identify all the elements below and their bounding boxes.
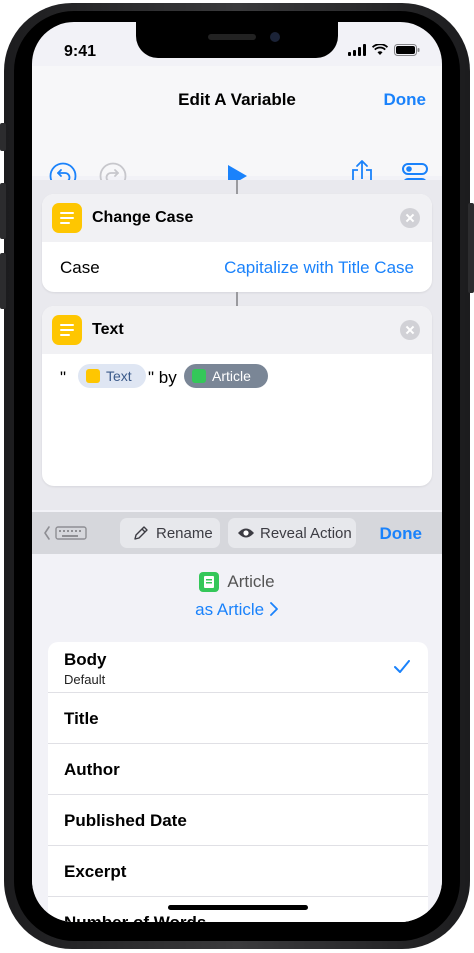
action-title: Text <box>92 321 124 338</box>
property-label: Title <box>64 709 99 728</box>
status-icons <box>348 44 420 56</box>
case-row[interactable]: Case Capitalize with Title Case <box>42 242 432 292</box>
list-item[interactable]: Published Date <box>48 795 428 846</box>
text-middle: " by <box>148 368 177 387</box>
text-variable-token[interactable]: Text <box>78 364 146 388</box>
variable-done-button[interactable]: Done <box>380 524 423 544</box>
keyboard-back-icon[interactable] <box>44 525 88 541</box>
mute-switch <box>0 123 6 151</box>
connector-line <box>236 180 238 194</box>
property-label: Author <box>64 760 120 779</box>
connector-line <box>236 292 238 306</box>
text-content-field[interactable]: " Text " by Article <box>42 354 432 484</box>
article-variable-icon <box>192 369 206 383</box>
done-button[interactable]: Done <box>384 90 427 110</box>
eye-icon <box>238 528 254 538</box>
close-icon[interactable] <box>400 208 420 228</box>
variable-name: Article <box>227 572 275 591</box>
reveal-action-label: Reveal Action <box>260 524 352 542</box>
rename-label: Rename <box>156 524 213 542</box>
pencil-icon <box>134 526 148 540</box>
article-variable-label: Article <box>212 368 251 384</box>
open-quote: " <box>60 368 67 387</box>
property-label: Body <box>64 650 107 669</box>
article-variable-token[interactable]: Article <box>184 364 268 388</box>
front-camera <box>270 32 280 42</box>
text-variable-icon <box>86 369 100 383</box>
speaker <box>208 34 256 40</box>
close-icon[interactable] <box>400 320 420 340</box>
action-title: Change Case <box>92 209 194 226</box>
variable-toolbar: Rename Reveal Action Done <box>32 512 442 554</box>
article-icon <box>199 572 220 592</box>
action-card-text[interactable]: Text " Text " by Article <box>42 306 432 486</box>
action-header: Change Case <box>42 194 432 242</box>
text-variable-label: Text <box>106 368 132 384</box>
action-card-change-case[interactable]: Change Case Case Capitalize with Title C… <box>42 194 432 292</box>
wifi-icon <box>372 44 388 55</box>
text-action-icon <box>52 315 82 345</box>
battery-icon <box>394 44 420 56</box>
case-value[interactable]: Capitalize with Title Case <box>224 258 414 278</box>
case-label: Case <box>60 258 100 277</box>
variable-detail: Article as Article Body Default Title Au… <box>32 554 442 922</box>
variable-type-label: as Article <box>195 600 265 619</box>
property-list: Body Default Title Author Published Date… <box>48 642 428 922</box>
list-item[interactable]: Author <box>48 744 428 795</box>
home-indicator[interactable] <box>168 905 308 910</box>
page-title: Edit A Variable <box>178 90 296 109</box>
volume-down-button <box>0 253 6 309</box>
property-label: Published Date <box>64 811 187 830</box>
side-button <box>468 203 474 293</box>
list-item[interactable]: Title <box>48 693 428 744</box>
action-header: Text <box>42 306 432 354</box>
rename-button[interactable]: Rename <box>120 518 220 548</box>
volume-up-button <box>0 183 6 239</box>
shortcut-editor: Change Case Case Capitalize with Title C… <box>32 180 442 510</box>
list-item[interactable]: Excerpt <box>48 846 428 897</box>
text-action-icon <box>52 203 82 233</box>
property-label: Excerpt <box>64 862 127 881</box>
screen: 9:41 Edit A Variable Done Change Case Ca… <box>32 22 442 922</box>
chevron-right-icon <box>269 602 278 616</box>
property-sublabel: Default <box>64 672 106 687</box>
signal-icon <box>348 44 366 56</box>
list-item[interactable]: Body Default <box>48 642 428 693</box>
variable-type-selector[interactable]: as Article <box>32 600 442 620</box>
reveal-action-button[interactable]: Reveal Action <box>228 518 356 548</box>
variable-header: Article <box>32 572 442 592</box>
status-time: 9:41 <box>64 43 97 60</box>
navigation-bar: Edit A Variable Done <box>32 66 442 190</box>
checkmark-icon <box>394 660 410 673</box>
notch <box>136 22 338 58</box>
property-label: Number of Words <box>64 913 206 922</box>
